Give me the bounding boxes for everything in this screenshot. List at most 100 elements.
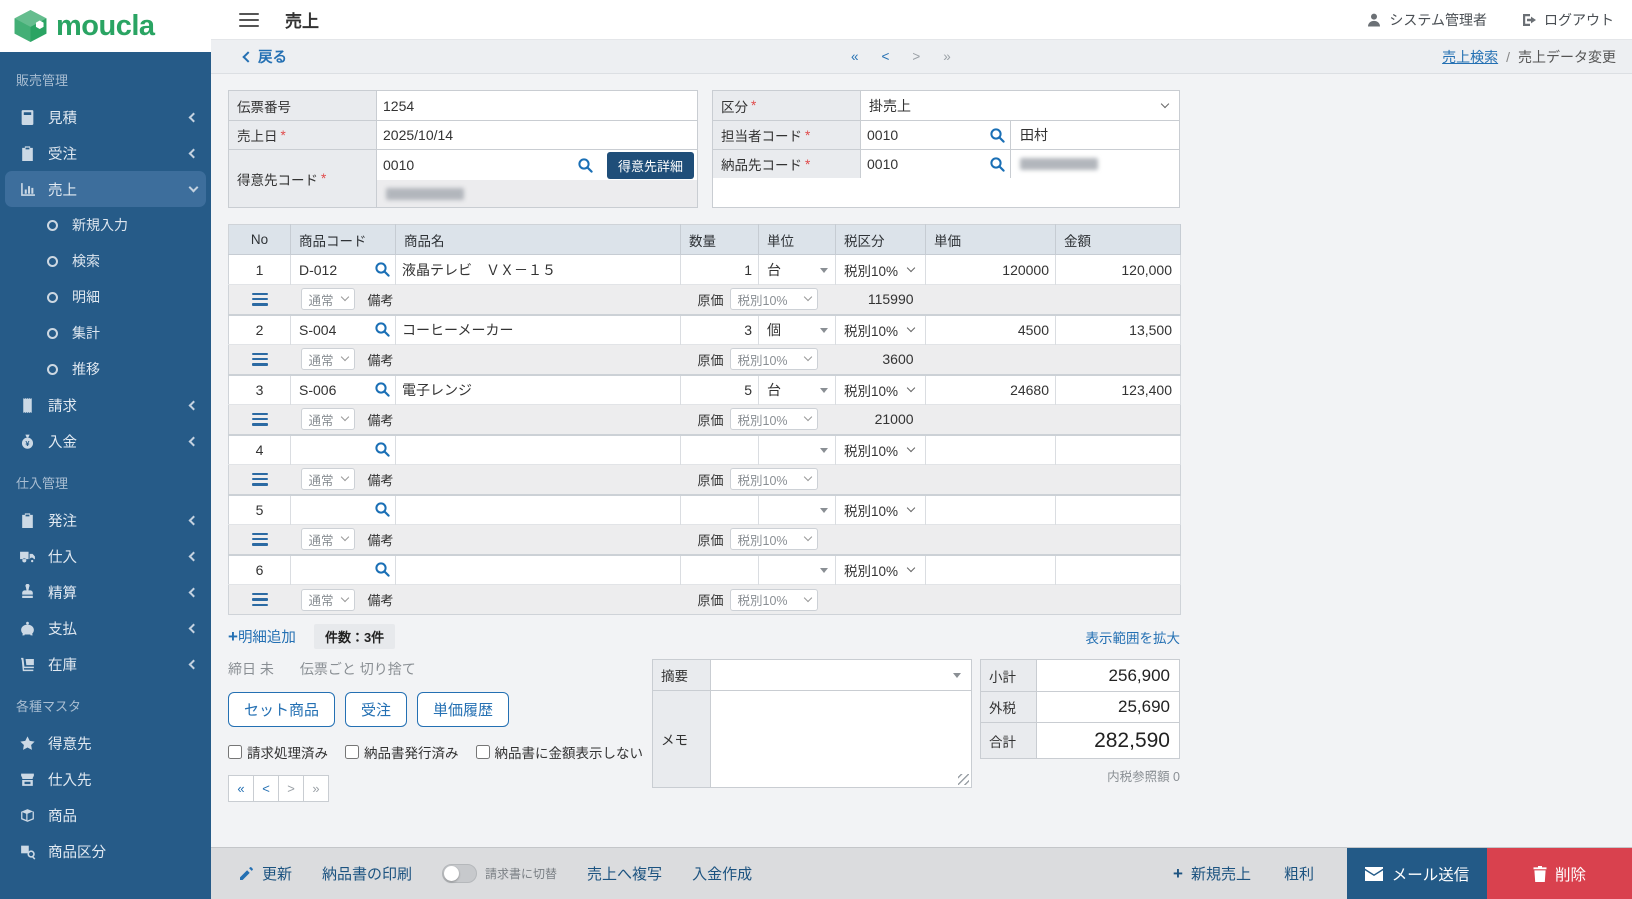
- note-field[interactable]: [401, 528, 686, 551]
- drag-handle-icon[interactable]: [251, 292, 268, 306]
- line-type-select[interactable]: 通常: [300, 528, 355, 551]
- unit-price-field[interactable]: [926, 318, 1055, 341]
- sidebar-item-inventory[interactable]: 在庫: [0, 646, 211, 682]
- quantity-field[interactable]: [681, 318, 758, 341]
- breadcrumb-link[interactable]: 売上検索: [1442, 47, 1498, 67]
- tax-select[interactable]: 税別10%: [836, 316, 925, 345]
- product-name-field[interactable]: [396, 318, 680, 341]
- drag-handle-icon[interactable]: [251, 412, 268, 426]
- expand-range-link[interactable]: 表示範囲を拡大: [1086, 627, 1181, 647]
- send-mail-button[interactable]: メール送信: [1347, 848, 1487, 899]
- summary-select[interactable]: [711, 660, 971, 690]
- sidebar-item-purchase-order[interactable]: 発注: [0, 502, 211, 538]
- product-code-field[interactable]: [293, 438, 374, 461]
- cost-tax-select[interactable]: 税別10%: [729, 528, 818, 551]
- menu-toggle-icon[interactable]: [239, 12, 259, 27]
- delivery-code-field[interactable]: [861, 153, 961, 175]
- drag-handle-icon[interactable]: [251, 352, 268, 366]
- product-search-icon[interactable]: [374, 321, 391, 338]
- tax-select[interactable]: 税別10%: [836, 376, 925, 405]
- back-button[interactable]: 戻る: [242, 46, 287, 67]
- slip-no-field[interactable]: [377, 94, 697, 117]
- delivery-issued-checkbox-input[interactable]: [345, 745, 359, 759]
- cost-field[interactable]: [825, 528, 920, 551]
- sales-date-field[interactable]: [377, 124, 697, 146]
- product-name-field[interactable]: [396, 498, 680, 521]
- quantity-field[interactable]: [681, 258, 758, 281]
- sidebar-item-settlement[interactable]: 精算: [0, 574, 211, 610]
- note-field[interactable]: [401, 408, 686, 431]
- sidebar-subitem-trend[interactable]: 推移: [0, 351, 211, 387]
- order-button[interactable]: 受注: [345, 692, 408, 727]
- cost-field[interactable]: [825, 288, 920, 311]
- product-name-field[interactable]: [396, 558, 680, 581]
- product-name-field[interactable]: [396, 438, 680, 461]
- bottom-pager-prev[interactable]: <: [253, 775, 279, 802]
- product-code-field[interactable]: [293, 498, 374, 521]
- cost-field[interactable]: [825, 468, 920, 491]
- product-search-icon[interactable]: [374, 501, 391, 518]
- bottom-pager-last[interactable]: »: [303, 775, 329, 802]
- bottom-pager-first[interactable]: «: [228, 775, 254, 802]
- cost-tax-select[interactable]: 税別10%: [729, 288, 818, 311]
- unit-select[interactable]: [759, 556, 835, 585]
- note-field[interactable]: [401, 468, 686, 491]
- product-search-icon[interactable]: [374, 381, 391, 398]
- product-name-field[interactable]: [396, 378, 680, 401]
- unit-select[interactable]: 台: [759, 255, 835, 284]
- copy-to-sales-button[interactable]: 売上へ複写: [587, 863, 662, 884]
- delivery-issued-checkbox[interactable]: 納品書発行済み: [345, 742, 459, 762]
- pager-prev[interactable]: <: [882, 49, 890, 64]
- sidebar-subitem-search[interactable]: 検索: [0, 243, 211, 279]
- sidebar-item-supplier[interactable]: 仕入先: [0, 761, 211, 797]
- logout-button[interactable]: ログアウト: [1521, 10, 1614, 30]
- customer-search-icon[interactable]: [577, 157, 594, 174]
- cost-tax-select[interactable]: 税別10%: [729, 348, 818, 371]
- unit-price-field[interactable]: [926, 558, 1055, 581]
- set-product-button[interactable]: セット商品: [228, 692, 336, 727]
- sidebar-subitem-new-entry[interactable]: 新規入力: [0, 207, 211, 243]
- pager-next[interactable]: >: [912, 49, 920, 64]
- cost-field[interactable]: [825, 348, 920, 371]
- invoice-toggle[interactable]: [442, 864, 478, 883]
- sidebar-item-customer[interactable]: 得意先: [0, 725, 211, 761]
- product-code-field[interactable]: [293, 318, 374, 341]
- sidebar-item-payment[interactable]: 支払: [0, 610, 211, 646]
- cost-tax-select[interactable]: 税別10%: [729, 468, 818, 491]
- drag-handle-icon[interactable]: [251, 592, 268, 607]
- line-type-select[interactable]: 通常: [300, 348, 355, 371]
- sidebar-item-billing[interactable]: 請求: [0, 387, 211, 423]
- update-button[interactable]: 更新: [238, 863, 292, 884]
- customer-detail-button[interactable]: 得意先詳細: [606, 151, 694, 179]
- line-type-select[interactable]: 通常: [300, 468, 355, 491]
- sidebar-item-deposit[interactable]: ¥ 入金: [0, 423, 211, 459]
- add-detail-button[interactable]: +明細追加: [228, 626, 296, 647]
- pager-first[interactable]: «: [851, 49, 859, 64]
- pager-last[interactable]: »: [943, 49, 951, 64]
- unit-price-field[interactable]: [926, 258, 1055, 281]
- hide-amount-checkbox-input[interactable]: [475, 745, 490, 759]
- drag-handle-icon[interactable]: [251, 532, 268, 546]
- product-code-field[interactable]: [293, 378, 374, 401]
- sidebar-item-purchase[interactable]: 仕入: [0, 538, 211, 574]
- create-deposit-button[interactable]: 入金作成: [692, 863, 752, 884]
- product-code-field[interactable]: [293, 558, 374, 581]
- sidebar-item-product-category[interactable]: 商品区分: [0, 833, 211, 869]
- sidebar-item-estimate[interactable]: 見積: [0, 99, 211, 135]
- unit-select[interactable]: 台: [759, 376, 835, 405]
- print-delivery-button[interactable]: 納品書の印刷: [322, 863, 412, 884]
- sidebar-item-product[interactable]: 商品: [0, 797, 211, 833]
- sidebar-item-sales[interactable]: 売上: [5, 171, 206, 207]
- note-field[interactable]: [401, 588, 686, 611]
- staff-search-icon[interactable]: [989, 127, 1006, 144]
- cost-tax-select[interactable]: 税別10%: [729, 588, 818, 611]
- unit-price-field[interactable]: [926, 438, 1055, 461]
- sidebar-item-order[interactable]: 受注: [0, 135, 211, 171]
- staff-code-field[interactable]: [861, 124, 961, 146]
- tax-select[interactable]: 税別10%: [836, 255, 925, 284]
- unit-select[interactable]: 個: [759, 316, 835, 345]
- unit-price-field[interactable]: [926, 498, 1055, 521]
- delete-button[interactable]: 削除: [1487, 848, 1632, 899]
- product-search-icon[interactable]: [374, 561, 391, 578]
- quantity-field[interactable]: [681, 378, 758, 401]
